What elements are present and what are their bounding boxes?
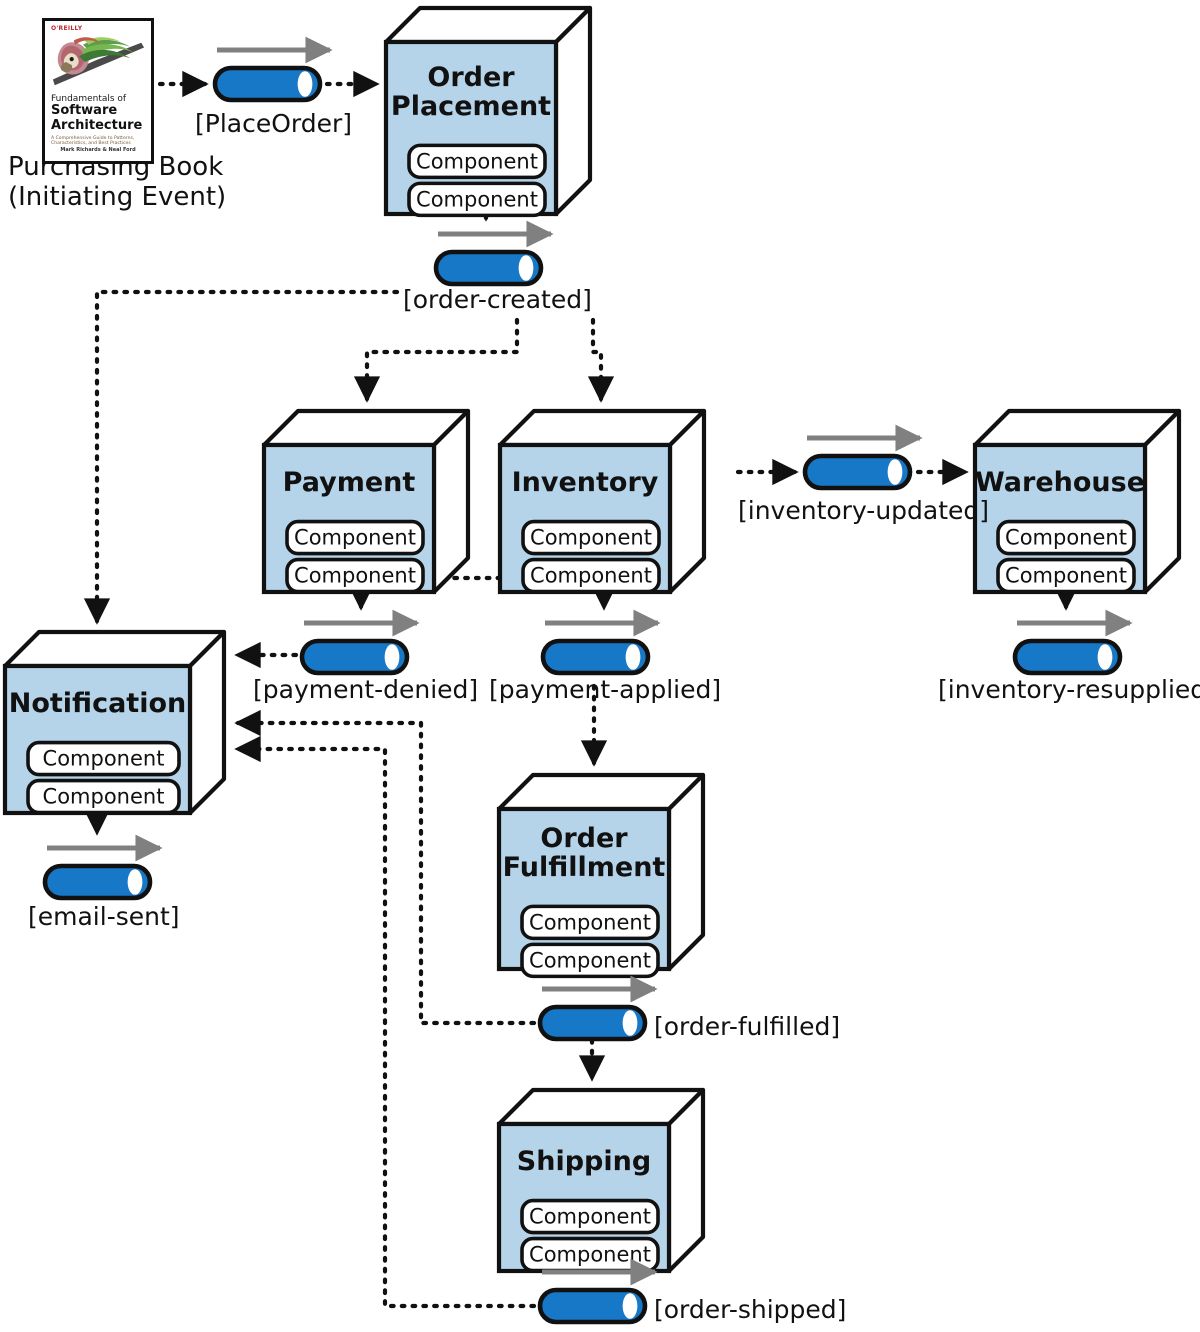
service-box-side-face (666, 772, 706, 972)
architecture-diagram: OrderPlacementComponentComponentPaymentC… (2, 5, 1200, 1325)
service-shipping[interactable]: Shipping Component Component (496, 1087, 706, 1274)
event-place-order[interactable]: [PlaceOrder] (195, 36, 352, 138)
event-order-shipped[interactable]: [order-shipped] (537, 1258, 846, 1325)
service-payment[interactable]: Payment Component Component (261, 408, 471, 595)
flow-shipped-to-notification (234, 735, 537, 1309)
book-authors: Mark Richards & Neal Ford (60, 147, 136, 153)
event-order-created[interactable]: [order-created] (403, 220, 592, 314)
event-label: [PlaceOrder] (195, 109, 352, 138)
event-label: [order-fulfilled] (654, 1012, 840, 1041)
flow-created-to-payment (353, 317, 520, 403)
event-pipe-opening (127, 869, 143, 895)
flow-created-to-inventory (587, 317, 615, 403)
component-label: Component (43, 747, 165, 771)
service-title: Shipping (517, 1146, 651, 1177)
event-pipe-opening (887, 459, 903, 485)
service-title: Order (427, 62, 515, 93)
event-inventory-resupplied[interactable]: [inventory-resupplied] (938, 609, 1200, 704)
event-pipe-opening (297, 71, 313, 97)
service-title: Placement (391, 91, 551, 122)
service-box-side-face (431, 408, 471, 595)
event-inventory-updated[interactable]: [inventory-updated] (738, 424, 989, 525)
component-label: Component (294, 526, 416, 550)
event-pipe-opening (622, 1010, 638, 1036)
event-label: [order-created] (403, 285, 592, 314)
service-title: Fulfillment (503, 852, 666, 883)
service-notification[interactable]: Notification Component Component (2, 629, 227, 816)
service-box-side-face (1142, 408, 1182, 595)
component-label: Component (529, 1205, 651, 1229)
parrot-illustration (51, 35, 145, 91)
book-title-line3: Architecture (51, 117, 143, 133)
service-title: Order (540, 823, 628, 854)
event-pipe-opening (622, 1293, 638, 1319)
service-box-side-face (187, 629, 227, 816)
service-title: Inventory (512, 467, 659, 498)
service-warehouse[interactable]: Warehouse Component Component (972, 408, 1182, 595)
event-order-fulfilled[interactable]: [order-fulfilled] (537, 975, 840, 1042)
event-label: [order-shipped] (654, 1295, 846, 1324)
service-box-top-face (2, 629, 227, 669)
oreilly-brand-label: O'REILLY (51, 25, 83, 32)
component-label: Component (530, 526, 652, 550)
service-order-fulfillment[interactable]: OrderFulfillment Component Component (496, 772, 706, 979)
component-label: Component (529, 948, 651, 972)
diagram-canvas: Order Placement Component Component Payment C… (0, 0, 1200, 1332)
service-inventory[interactable]: Inventory Component Component (497, 408, 707, 595)
component-label: Component (530, 564, 652, 588)
service-box-side-face (666, 1087, 706, 1274)
component-label: Component (529, 1243, 651, 1267)
service-title: Warehouse (975, 467, 1145, 498)
event-payment-denied[interactable]: [payment-denied] (253, 609, 478, 704)
event-label: [email-sent] (28, 902, 180, 931)
event-payment-applied[interactable]: [payment-applied] (489, 609, 721, 704)
book-title-line2: Software (51, 103, 118, 119)
component-label: Component (1005, 526, 1127, 550)
event-label: [inventory-resupplied] (938, 675, 1200, 704)
event-pipe-opening (384, 644, 400, 670)
service-title: Notification (9, 688, 186, 719)
event-label: [payment-denied] (253, 675, 478, 704)
caption-line: (Initiating Event) (8, 182, 226, 212)
event-email-sent[interactable]: [email-sent] (28, 834, 180, 931)
component-label: Component (294, 564, 416, 588)
service-title: Payment (283, 467, 416, 498)
component-label: Component (529, 910, 651, 934)
event-pipe-opening (518, 255, 534, 281)
component-label: Component (416, 187, 538, 211)
service-box-side-face (667, 408, 707, 595)
event-pipe-opening (1097, 644, 1113, 670)
component-label: Component (1005, 564, 1127, 588)
event-label: [payment-applied] (489, 675, 721, 704)
event-label: [inventory-updated] (738, 496, 989, 525)
event-pipe-opening (625, 644, 641, 670)
service-order-placement[interactable]: OrderPlacement Component Component (383, 5, 593, 218)
component-label: Component (416, 149, 538, 173)
service-box-side-face (553, 5, 593, 217)
shapes-layer: OrderPlacementComponentComponentPaymentC… (2, 5, 1200, 1325)
purchasing-book-cover: O'REILLY Fundamentals of Software Archit… (42, 18, 154, 164)
component-label: Component (43, 785, 165, 809)
